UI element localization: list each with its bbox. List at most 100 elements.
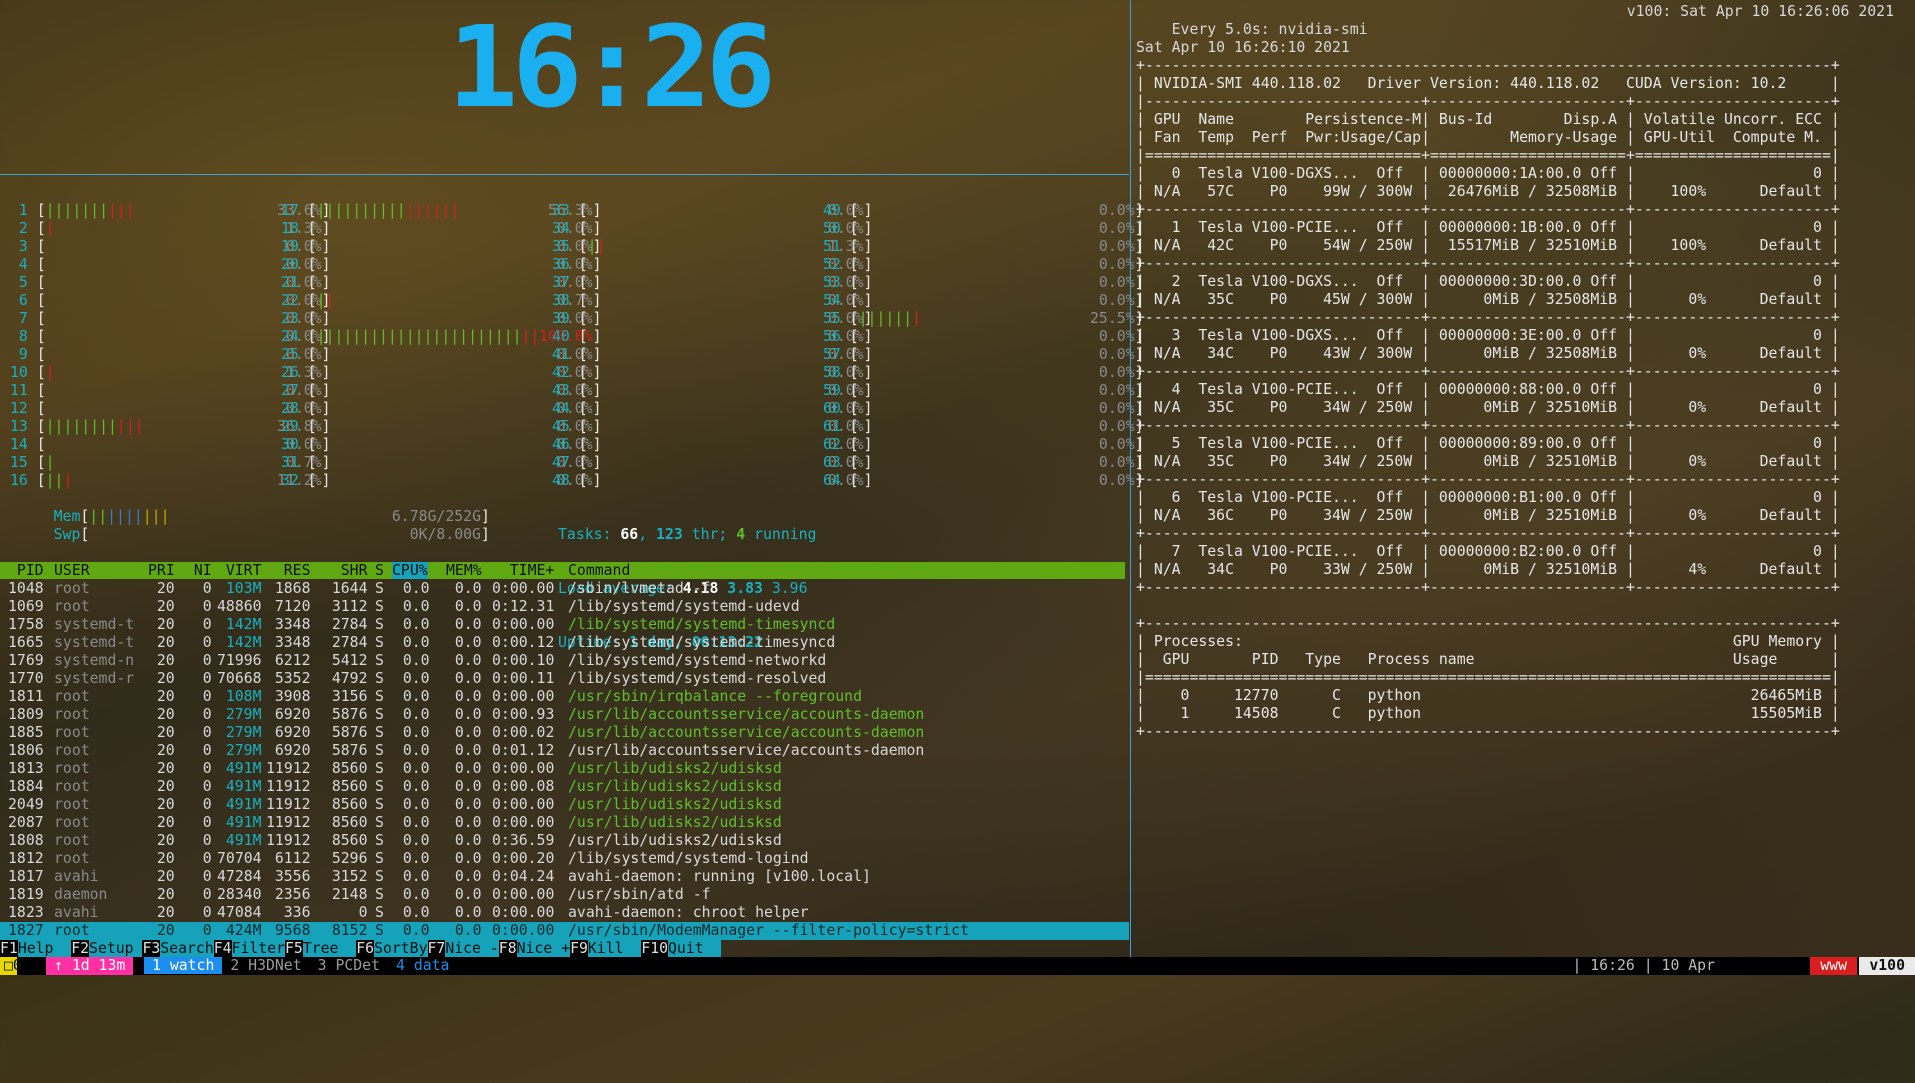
table-row[interactable]: 1665 systemd-t 20 0 142M 3348 2784 S 0.0 0.0 0:00.…: [0, 634, 1129, 652]
column-header-mem[interactable]: MEM%: [446, 562, 482, 579]
column-header-virt[interactable]: VIRT: [217, 562, 262, 579]
table-row[interactable]: 1808 root 20 0 491M 11912 8560 S 0.0 0.0 0:36.59/u…: [0, 832, 1129, 850]
column-header-shr[interactable]: SHR: [323, 562, 368, 579]
cpu-number: 3: [18, 238, 28, 255]
cell-cpu: 0.0: [402, 724, 430, 741]
tmux-uptime-badge: ↑ 1d 13m: [46, 957, 134, 975]
cell-mem: 0.0: [454, 796, 482, 813]
left-pane-htop[interactable]: 16:26 1 [|||||||||| 33.6%] 2 [| 1.3%] 3 [0.0…: [0, 0, 1143, 957]
tmux-window-tab[interactable]: 2 H3DNet: [222, 957, 309, 974]
fkey-f3[interactable]: F3Search: [142, 940, 214, 957]
table-row[interactable]: 1069 root 20 0 48860 7120 3112 S 0.0 0.0 0:12.31/l…: [0, 598, 1129, 616]
fkey-f5[interactable]: F5Tree: [285, 940, 357, 957]
column-header-res[interactable]: RES: [266, 562, 311, 579]
cell-user: systemd-t: [54, 634, 135, 651]
cpu-usage-bar: [588, 454, 828, 472]
nvidia-smi-line: +-------------------------------+-------…: [1136, 525, 1840, 542]
table-row[interactable]: 1813 root 20 0 491M 11912 8560 S 0.0 0.0 0:00.00/u…: [0, 760, 1129, 778]
cpu-meter: 53 [0.0%]: [823, 274, 1144, 291]
column-header-user[interactable]: USER: [54, 562, 90, 579]
cell-cmd: /lib/systemd/systemd-udevd: [568, 598, 800, 615]
cell-mem: 0.0: [454, 904, 482, 921]
tasks-label: Tasks:: [558, 526, 612, 543]
table-row[interactable]: 1823 avahi 20 0 47084 336 0 S 0.0 0.0 0:00.00 avahi…: [0, 904, 1129, 922]
fkey-f4[interactable]: F4Filter: [213, 940, 285, 957]
cell-pri: 20: [156, 778, 175, 795]
cpu-number: 7: [18, 310, 28, 327]
cpu-number: 14: [10, 436, 28, 453]
cell-mem: 0.0: [454, 688, 482, 705]
table-row[interactable]: 2087 root 20 0 491M 11912 8560 S 0.0 0.0 0:00.00/u…: [0, 814, 1129, 832]
cell-mem: 0.0: [454, 922, 482, 939]
fkey-f1[interactable]: F1Help: [0, 940, 72, 957]
tmux-session[interactable]: □ 0: [0, 957, 22, 975]
cell-s: S: [375, 778, 384, 795]
cell-mem: 0.0: [454, 814, 482, 831]
cell-virt: 108M: [225, 688, 262, 705]
column-header-pid[interactable]: PID: [8, 562, 44, 579]
table-row[interactable]: 1758 systemd-t 20 0 142M 3348 2784 S 0.0 0.0 0:00.…: [0, 616, 1129, 634]
cell-s: S: [375, 832, 384, 849]
cpu-usage-bar: [588, 256, 828, 274]
cpu-number: 41: [552, 346, 570, 363]
cell-virt: 491M: [225, 814, 262, 831]
tmux-www-tag[interactable]: www: [1810, 957, 1857, 975]
column-header-pri[interactable]: PRI: [148, 562, 175, 579]
table-row[interactable]: 2049 root 20 0 491M 11912 8560 S 0.0 0.0 0:00.00/u…: [0, 796, 1129, 814]
cell-res: 3908: [274, 688, 311, 705]
cell-pri: 20: [156, 742, 175, 759]
cell-mem: 0.0: [454, 598, 482, 615]
tmux-window-tab[interactable]: 4 data: [388, 957, 457, 974]
table-row[interactable]: 1809 root 20 0 279M 6920 5876 S 0.0 0.0 0:00.93/us…: [0, 706, 1129, 724]
table-row[interactable]: 1769 systemd-n 20 0 71996 6212 5412 S 0.0 0.0 0:00…: [0, 652, 1129, 670]
cell-virt: 47084: [217, 904, 262, 921]
table-row[interactable]: 1048 root 20 0 103M 1868 1644 S 0.0 0.0 0:00.00/sb…: [0, 580, 1129, 598]
nvidia-smi-line: | 6 Tesla V100-PCIE... Off | 00000000:B1…: [1136, 489, 1840, 506]
fkey-f9[interactable]: F9Kill: [570, 940, 642, 957]
cpu-number: 61: [823, 418, 841, 435]
table-row[interactable]: 1819 daemon 20 0 28340 2356 2148 S 0.0 0.0 0:00.00…: [0, 886, 1129, 904]
column-header-s[interactable]: S: [375, 562, 384, 579]
fkey-f7[interactable]: F7Nice -: [427, 940, 499, 957]
cpu-usage-bar: [46, 382, 286, 400]
fkey-f8[interactable]: F8Nice +: [498, 940, 571, 957]
column-header-time[interactable]: TIME+: [492, 562, 555, 579]
cell-cmd: avahi-daemon: running [v100.local]: [568, 868, 871, 885]
table-row[interactable]: 1770 systemd-r 20 0 70668 5352 4792 S 0.0 0.0 0:00…: [0, 670, 1129, 688]
nvidia-smi-line: | Fan Temp Perf Pwr:Usage/Cap| Memory-Us…: [1136, 129, 1840, 146]
cell-res: 6212: [274, 652, 311, 669]
table-row[interactable]: 1817 avahi 20 0 47284 3556 3152 S 0.0 0.0 0:04.24 a…: [0, 868, 1129, 886]
cpu-number: 53: [823, 274, 841, 291]
fkey-f10[interactable]: F10Quit: [641, 940, 722, 957]
tmux-status-bar[interactable]: □ 0 ↑ 1d 13m 1 watch 2 H3DNet 3 PCDet 4 data…: [0, 957, 1915, 975]
cpu-usage-bar: |||||||: [858, 310, 921, 327]
cpu-number: 28: [281, 400, 299, 417]
cell-ni: 0: [202, 850, 212, 867]
cell-shr: 8560: [331, 796, 368, 813]
table-row[interactable]: 1812 root 20 0 70704 6112 5296 S 0.0 0.0 0:00.20/l…: [0, 850, 1129, 868]
function-key-bar[interactable]: F1Help F2Setup F3SearchF4FilterF5Tree F6Sor…: [0, 940, 722, 957]
process-table-header[interactable]: PID USER PRI NI VIRT RES SHR S CPU% MEM% TIME+ Comm…: [0, 562, 1125, 579]
right-pane-nvidia-smi[interactable]: Every 5.0s: nvidia-smi v100: Sat Apr 10 …: [1136, 3, 1914, 953]
column-header-ni[interactable]: NI: [185, 562, 212, 579]
watch-header-left: Every 5.0s: nvidia-smi: [1171, 21, 1368, 38]
table-row-selected[interactable]: 1827 root 20 0 424M 9568 8152 S 0.0 0.0 0:00.00/us…: [0, 922, 1129, 940]
cell-ni: 0: [202, 922, 212, 939]
column-header-command[interactable]: Command: [568, 562, 630, 579]
cell-time: 0:00.00: [492, 580, 555, 597]
process-table[interactable]: 1048 root 20 0 103M 1868 1644 S 0.0 0.0 0:00.00/sb…: [0, 580, 1129, 940]
fkey-f2[interactable]: F2Setup: [71, 940, 143, 957]
pane-separator-vertical[interactable]: [1130, 0, 1131, 957]
tmux-window-tab[interactable]: 3 PCDet: [310, 957, 388, 974]
cell-cpu: 0.0: [402, 670, 430, 687]
column-header-cpu[interactable]: CPU%: [392, 562, 428, 579]
table-row[interactable]: 1884 root 20 0 491M 11912 8560 S 0.0 0.0 0:00.08/u…: [0, 778, 1129, 796]
table-row[interactable]: 1885 root 20 0 279M 6920 5876 S 0.0 0.0 0:00.02/us…: [0, 724, 1129, 742]
cpu-usage-bar: [859, 346, 1099, 364]
tmux-window-tab[interactable]: 1 watch: [144, 957, 223, 974]
cpu-meter: 61 [0.0%]: [823, 418, 1144, 435]
table-row[interactable]: 1806 root 20 0 279M 6920 5876 S 0.0 0.0 0:01.12/us…: [0, 742, 1129, 760]
fkey-f6[interactable]: F6SortBy: [356, 940, 428, 957]
tmux-window-list[interactable]: 1 watch 2 H3DNet 3 PCDet 4 data: [144, 957, 457, 975]
table-row[interactable]: 1811 root 20 0 108M 3908 3156 S 0.0 0.0 0:00.00/us…: [0, 688, 1129, 706]
